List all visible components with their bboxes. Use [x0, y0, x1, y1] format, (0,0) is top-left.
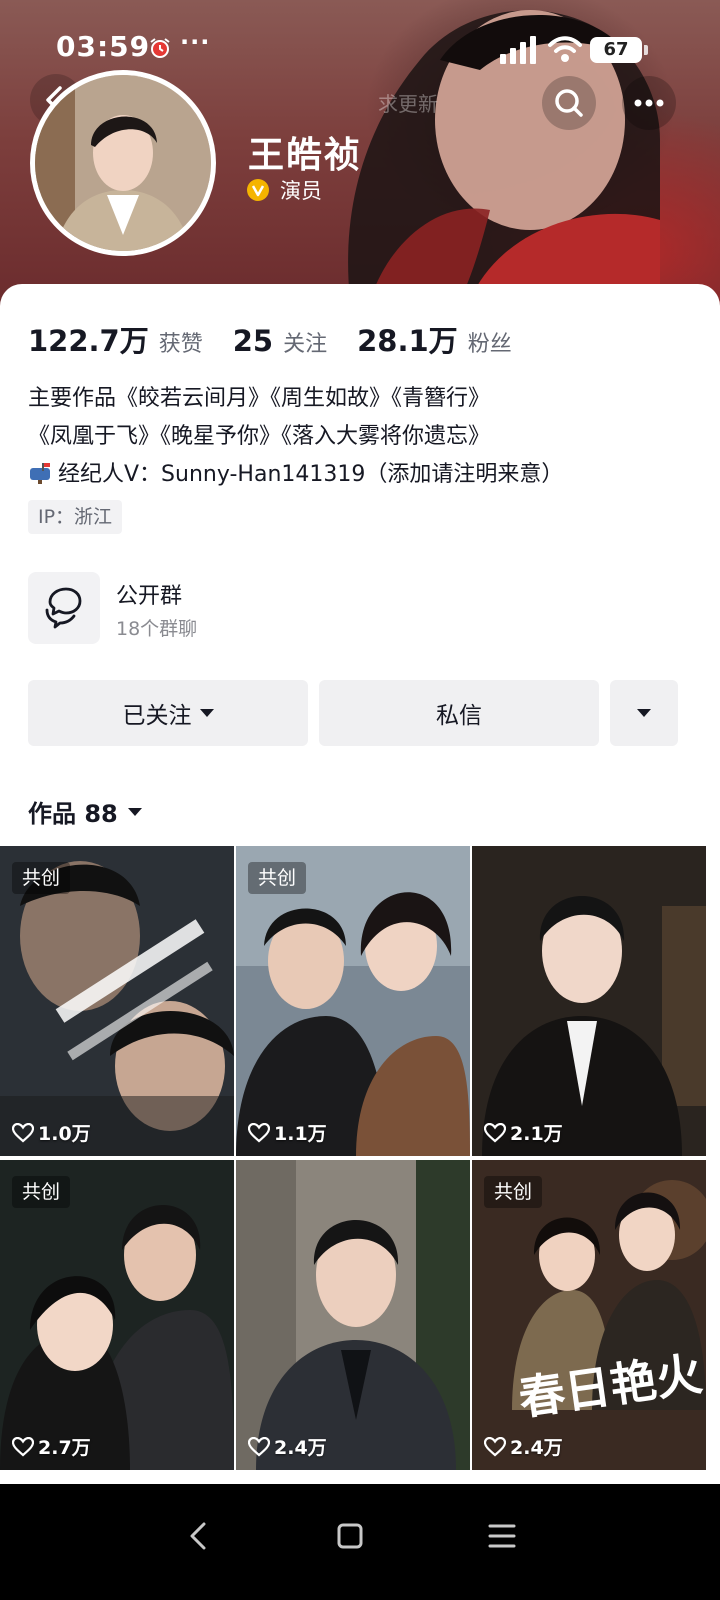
video-thumbnail[interactable]: 共创 2.7万: [0, 1160, 234, 1470]
group-title: 公开群: [116, 584, 183, 609]
heart-icon: [484, 1122, 506, 1142]
video-thumbnail[interactable]: 春日艳火 共创 2.4万: [472, 1160, 706, 1470]
video-thumbnail[interactable]: 2.1万: [472, 846, 706, 1156]
like-count-value: 2.4万: [274, 1437, 327, 1459]
status-more-dots: ···: [180, 28, 211, 56]
bio-contact-text: 经纪人V：Sunny-Han141319（添加请注明来意）: [58, 462, 564, 487]
request-update-label: 求更新: [378, 92, 438, 116]
like-count-value: 2.7万: [38, 1437, 91, 1459]
video-thumbnail[interactable]: 共创 1.1万: [236, 846, 470, 1156]
heart-icon: [12, 1122, 34, 1142]
message-button[interactable]: 私信: [319, 680, 599, 746]
video-thumbnail[interactable]: 2.4万: [236, 1160, 470, 1470]
co-created-tag: 共创: [248, 862, 307, 894]
more-options-button[interactable]: [622, 76, 676, 130]
followed-button[interactable]: 已关注: [28, 680, 308, 746]
co-created-tag: 共创: [12, 862, 71, 894]
bio-line: 《凤凰于飞》《晚星予你》《落入大雾将你遗忘》: [28, 424, 491, 449]
caret-down-icon: [199, 709, 214, 717]
signal-icon: [500, 36, 536, 64]
recommend-dropdown-button[interactable]: [610, 680, 678, 746]
profile-banner: 03:59 ··· 67 求更新 王皓祯 演员: [0, 0, 720, 320]
like-count-value: 1.1万: [274, 1123, 327, 1145]
followed-label: 已关注: [122, 703, 192, 729]
like-count-value: 1.0万: [38, 1123, 91, 1145]
co-created-tag: 共创: [12, 1176, 71, 1208]
avatar-photo: [35, 75, 211, 251]
stat-followers[interactable]: 28.1万 粉丝: [357, 318, 512, 360]
nav-home-icon[interactable]: [320, 1506, 380, 1566]
heart-icon: [12, 1436, 34, 1456]
heart-icon: [248, 1122, 270, 1142]
like-count: 1.0万: [12, 1119, 91, 1146]
heart-icon: [248, 1436, 270, 1456]
thumbnail-image: [236, 1160, 470, 1470]
co-created-tag: 共创: [484, 1176, 543, 1208]
group-count: 18个群聊: [116, 618, 198, 640]
verified-role: 演员: [246, 176, 322, 204]
like-count-value: 2.4万: [510, 1437, 563, 1459]
caret-down-icon: [127, 807, 142, 816]
search-button[interactable]: [542, 76, 596, 130]
public-group-entry[interactable]: 公开群 18个群聊: [28, 572, 688, 644]
caret-down-icon: [637, 709, 651, 717]
message-label: 私信: [436, 703, 482, 729]
stat-following[interactable]: 25 关注: [233, 324, 327, 358]
works-tab[interactable]: 作品 88: [28, 794, 142, 829]
nav-back-icon[interactable]: [168, 1506, 228, 1566]
bio-line: 主要作品《皎若云间月》《周生如故》《青簪行》: [28, 386, 491, 411]
bio: 主要作品《皎若云间月》《周生如故》《青簪行》 《凤凰于飞》《晚星予你》《落入大雾…: [28, 380, 688, 494]
stat-likes-value: 122.7万: [28, 324, 149, 358]
verified-badge-icon: [247, 179, 269, 201]
wifi-icon: [548, 36, 582, 62]
system-navigation-bar: [0, 1484, 720, 1600]
more-horizontal-icon: [634, 99, 664, 107]
group-icon-box: [28, 572, 100, 644]
like-count: 2.1万: [484, 1119, 563, 1146]
profile-name: 王皓祯: [248, 135, 363, 176]
stat-following-value: 25: [232, 324, 274, 358]
like-count: 1.1万: [248, 1119, 327, 1146]
like-count: 2.7万: [12, 1433, 91, 1460]
thumbnail-image: [472, 846, 706, 1156]
like-count: 2.4万: [248, 1433, 327, 1460]
mailbox-icon: [30, 463, 50, 484]
heart-icon: [484, 1436, 506, 1456]
action-buttons: 已关注 私信: [28, 680, 678, 746]
video-thumbnail[interactable]: 共创 1.0万: [0, 846, 234, 1156]
alarm-icon: [150, 38, 170, 58]
battery-indicator: 67: [590, 37, 648, 63]
ip-location-tag: IP：浙江: [28, 500, 123, 534]
stats-row: 122.7万 获赞 25 关注 28.1万 粉丝: [28, 318, 542, 360]
search-icon: [555, 89, 583, 117]
stat-followers-value: 28.1万: [357, 324, 458, 358]
chat-bubbles-icon: [45, 587, 82, 629]
role-label: 演员: [280, 179, 322, 203]
like-count: 2.4万: [484, 1433, 563, 1460]
bio-line-contact: 经纪人V：Sunny-Han141319（添加请注明来意）: [28, 456, 688, 494]
stat-likes[interactable]: 122.7万 获赞: [28, 318, 203, 360]
stat-likes-label: 获赞: [158, 332, 203, 357]
avatar[interactable]: [30, 70, 216, 256]
nav-menu-icon[interactable]: [472, 1506, 532, 1566]
like-count-value: 2.1万: [510, 1123, 563, 1145]
stat-followers-label: 粉丝: [467, 332, 512, 357]
works-title: 作品 88: [28, 800, 118, 828]
status-time: 03:59: [56, 30, 151, 63]
stat-following-label: 关注: [283, 332, 328, 357]
